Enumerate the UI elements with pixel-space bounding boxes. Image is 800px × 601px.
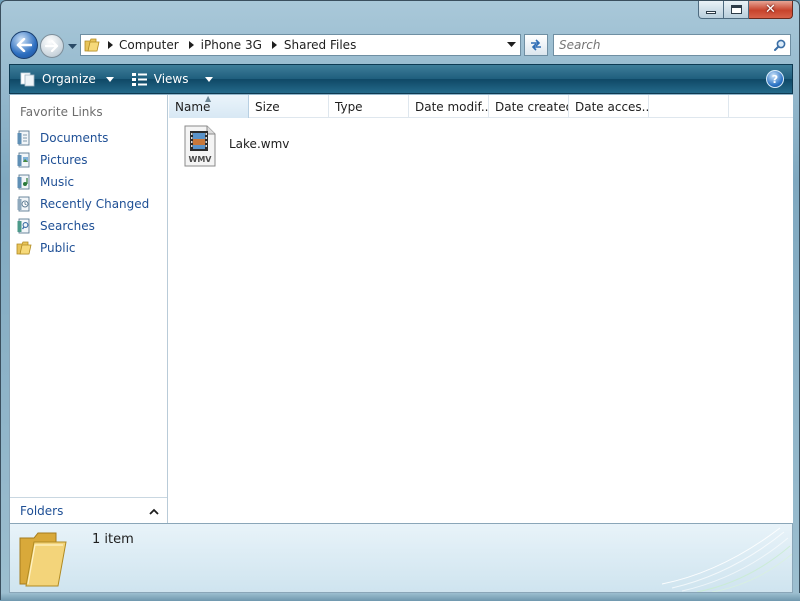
refresh-icon bbox=[531, 39, 541, 51]
views-icon bbox=[131, 72, 148, 86]
sidebar-item-label: Documents bbox=[40, 131, 109, 145]
back-button[interactable] bbox=[10, 31, 38, 59]
column-header-date-modified[interactable]: Date modif... bbox=[409, 95, 489, 118]
music-icon bbox=[16, 174, 32, 190]
maximize-button[interactable] bbox=[724, 1, 749, 19]
file-name: Lake.wmv bbox=[229, 137, 290, 151]
organize-button[interactable]: Organize bbox=[14, 67, 120, 91]
breadcrumb-computer[interactable]: Computer bbox=[117, 38, 185, 52]
refresh-button[interactable] bbox=[524, 34, 548, 56]
sidebar-item-public[interactable]: Public bbox=[16, 237, 149, 259]
sidebar-item-pictures[interactable]: Pictures bbox=[16, 149, 149, 171]
file-list-pane: ▲ Name Size Type Date modif... Date crea… bbox=[169, 95, 793, 523]
close-icon: ✕ bbox=[765, 2, 776, 17]
breadcrumb-shared-files[interactable]: Shared Files bbox=[282, 38, 362, 52]
column-header-size[interactable]: Size bbox=[249, 95, 329, 118]
column-header-type[interactable]: Type bbox=[329, 95, 409, 118]
decorative-swoosh bbox=[661, 527, 792, 592]
recent-pages-dropdown[interactable] bbox=[66, 41, 78, 53]
close-button[interactable]: ✕ bbox=[749, 1, 793, 19]
folder-icon bbox=[81, 35, 103, 55]
organize-icon bbox=[20, 71, 36, 87]
navigation-pane: Favorite Links Documents Pictures Music … bbox=[10, 95, 168, 523]
list-item[interactable]: WMV Lake.wmv bbox=[183, 125, 289, 167]
column-header-date-created[interactable]: Date created bbox=[489, 95, 569, 118]
search-input[interactable] bbox=[554, 36, 770, 54]
command-bar: Organize Views ? bbox=[9, 64, 793, 94]
chevron-up-icon bbox=[149, 504, 159, 518]
forward-arrow-icon bbox=[45, 40, 59, 52]
breadcrumb-separator-icon[interactable] bbox=[185, 41, 199, 49]
sort-ascending-icon: ▲ bbox=[205, 95, 212, 103]
sidebar-item-label: Recently Changed bbox=[40, 197, 150, 211]
explorer-window: ✕ Computer iPhone 3G Shared Files Search… bbox=[0, 0, 800, 601]
item-count: 1 item bbox=[92, 532, 134, 547]
column-header-label: Date acces... bbox=[575, 99, 649, 114]
column-header-label: Date modif... bbox=[415, 99, 489, 114]
sidebar-item-searches[interactable]: Searches bbox=[16, 215, 149, 237]
searches-icon bbox=[16, 218, 32, 234]
folders-label: Folders bbox=[20, 503, 64, 518]
public-folder-icon bbox=[16, 240, 32, 256]
column-header-label: Date created bbox=[495, 99, 569, 114]
column-header-label: Type bbox=[335, 99, 363, 114]
maximize-icon bbox=[730, 5, 742, 14]
search-box[interactable] bbox=[553, 34, 791, 56]
help-icon: ? bbox=[771, 72, 779, 86]
sidebar-item-label: Searches bbox=[40, 219, 95, 233]
breadcrumb-iphone[interactable]: iPhone 3G bbox=[199, 38, 268, 52]
sidebar-item-label: Music bbox=[40, 175, 75, 189]
details-pane: 1 item bbox=[9, 523, 793, 593]
sidebar-item-music[interactable]: Music bbox=[16, 171, 149, 193]
column-header-blank[interactable] bbox=[649, 95, 729, 118]
column-header-date-accessed[interactable]: Date acces... bbox=[569, 95, 649, 118]
breadcrumb-separator-icon[interactable] bbox=[268, 41, 282, 49]
sidebar-item-documents[interactable]: Documents bbox=[16, 127, 149, 149]
recently-changed-icon bbox=[16, 196, 32, 212]
forward-button[interactable] bbox=[40, 34, 64, 58]
sidebar-item-label: Public bbox=[40, 241, 76, 255]
help-button[interactable]: ? bbox=[766, 70, 784, 88]
pictures-icon bbox=[16, 152, 32, 168]
minimize-button[interactable] bbox=[698, 1, 724, 19]
chevron-down-icon bbox=[67, 44, 77, 49]
favorite-links-list: Documents Pictures Music Recently Change… bbox=[16, 127, 149, 259]
sidebar-item-label: Pictures bbox=[40, 153, 88, 167]
file-type-badge: WMV bbox=[189, 155, 213, 164]
documents-icon bbox=[16, 130, 32, 146]
chevron-down-icon bbox=[506, 42, 516, 47]
sidebar-item-recently-changed[interactable]: Recently Changed bbox=[16, 193, 149, 215]
column-header-label: Size bbox=[255, 99, 280, 114]
views-label: Views bbox=[153, 72, 189, 86]
back-arrow-icon bbox=[16, 38, 32, 52]
search-button[interactable] bbox=[770, 35, 790, 55]
content-area: Favorite Links Documents Pictures Music … bbox=[9, 95, 793, 523]
caption-buttons: ✕ bbox=[698, 1, 793, 19]
address-dropdown-button[interactable] bbox=[504, 38, 518, 52]
folder-icon bbox=[19, 532, 67, 587]
favorite-links-header: Favorite Links bbox=[20, 105, 103, 119]
chevron-down-icon bbox=[105, 76, 114, 82]
chevron-down-icon bbox=[204, 76, 213, 82]
minimize-icon bbox=[706, 11, 716, 14]
search-icon bbox=[774, 39, 786, 51]
column-headers: ▲ Name Size Type Date modif... Date crea… bbox=[169, 95, 793, 118]
folders-toggle[interactable]: Folders bbox=[10, 497, 167, 523]
views-button[interactable]: Views bbox=[126, 67, 219, 91]
column-header-name[interactable]: ▲ Name bbox=[169, 95, 249, 118]
wmv-file-icon: WMV bbox=[184, 125, 216, 167]
breadcrumb-separator-icon[interactable] bbox=[103, 41, 117, 49]
organize-label: Organize bbox=[42, 72, 96, 86]
address-bar[interactable]: Computer iPhone 3G Shared Files bbox=[80, 34, 521, 56]
